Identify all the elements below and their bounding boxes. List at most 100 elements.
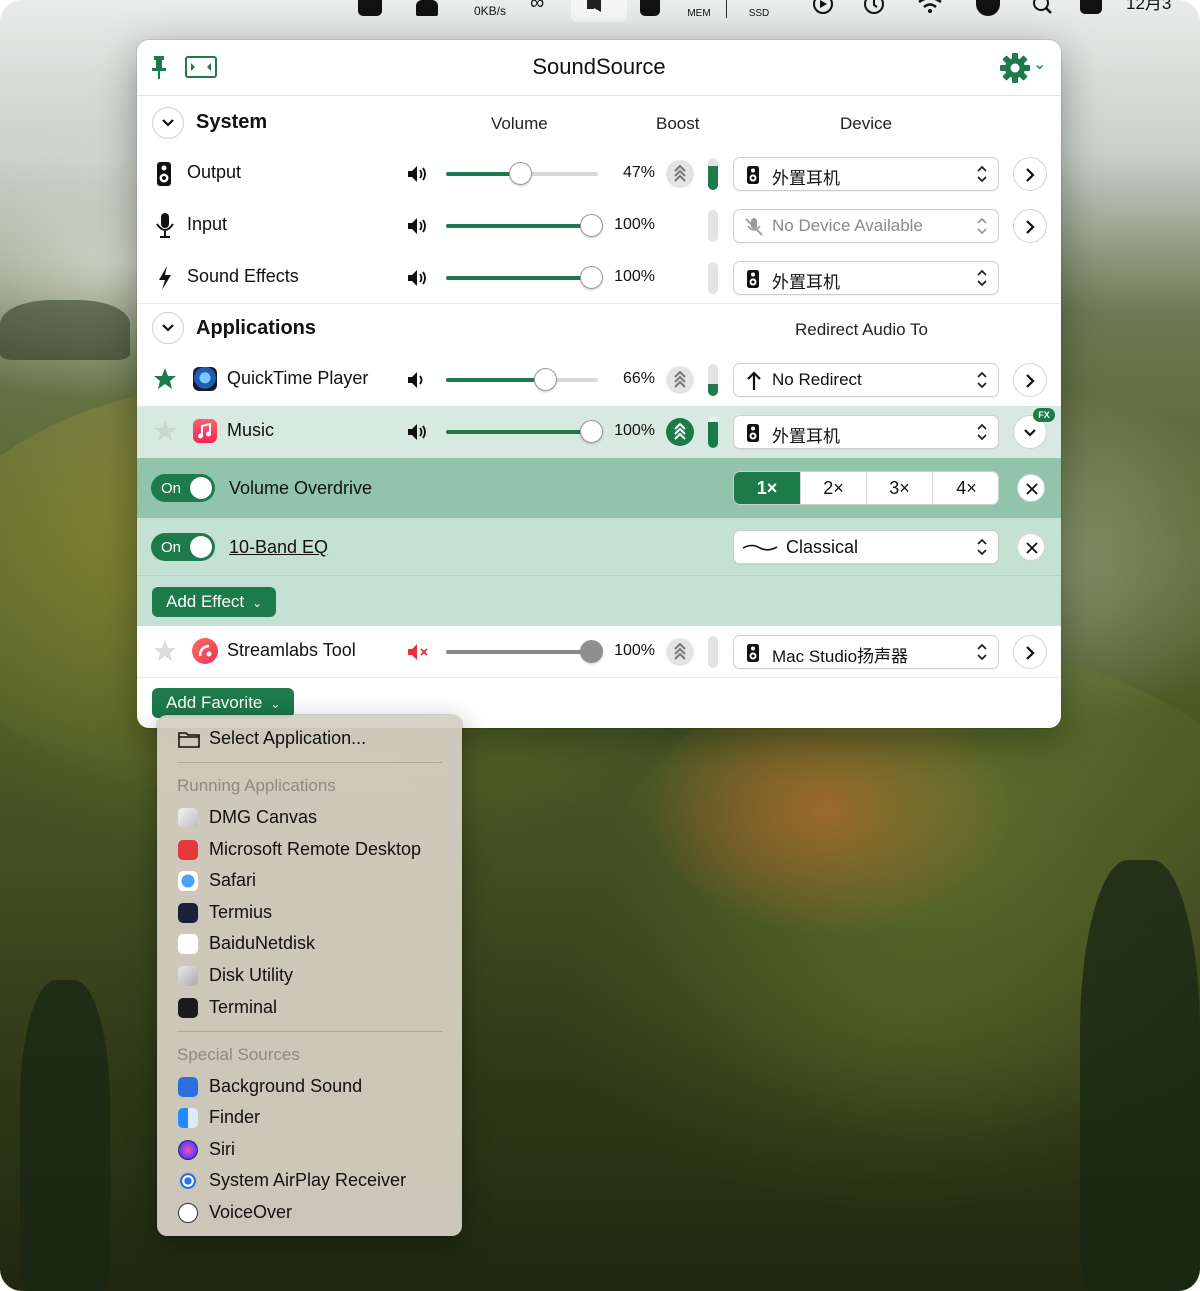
bell-icon[interactable] — [416, 0, 438, 16]
termius-icon — [178, 903, 198, 923]
play-icon[interactable] — [812, 0, 834, 16]
updown-chevron-icon — [977, 269, 987, 287]
applications-collapse-button[interactable] — [152, 312, 184, 344]
output-device-select[interactable]: 外置耳机 — [733, 157, 999, 191]
menu-item-microsoft-remote-desktop[interactable]: Microsoft Remote Desktop — [209, 839, 421, 860]
voiceover-icon — [178, 1203, 198, 1223]
favorite-star-icon[interactable] — [153, 639, 177, 663]
quicktime-redirect-select[interactable]: No Redirect — [733, 363, 999, 397]
shield-icon[interactable] — [640, 0, 660, 16]
quicktime-boost-button[interactable] — [666, 366, 694, 394]
menu-item-select-application[interactable]: Select Application... — [209, 728, 366, 749]
chevron-down-icon: ⌄ — [270, 697, 281, 711]
wifi-icon[interactable] — [917, 0, 943, 14]
updown-chevron-icon — [977, 643, 987, 661]
overdrive-option-3x[interactable]: 3× — [866, 472, 932, 504]
volume-speaker-icon[interactable] — [407, 165, 431, 183]
mem-label: MEM — [687, 8, 711, 19]
music-volume-percent: 100% — [614, 422, 655, 439]
terminal-icon — [178, 998, 198, 1018]
quicktime-volume-slider[interactable] — [446, 368, 598, 392]
search-icon[interactable] — [1032, 0, 1054, 16]
overdrive-toggle[interactable]: On — [151, 474, 215, 502]
eq-preset-select[interactable]: Classical — [733, 530, 999, 564]
output-level-meter — [708, 158, 718, 190]
gear-chevron-icon[interactable]: ⌄ — [1033, 54, 1046, 74]
add-favorite-button[interactable]: Add Favorite ⌄ — [152, 688, 295, 718]
menu-item-siri[interactable]: Siri — [209, 1139, 235, 1160]
folder-icon — [178, 732, 200, 748]
overdrive-toggle-label: On — [161, 480, 182, 497]
menu-item-system-airplay-receiver[interactable]: System AirPlay Receiver — [209, 1170, 406, 1191]
ssd-label: SSD — [748, 8, 770, 19]
volume-speaker-icon[interactable] — [407, 423, 431, 441]
input-row: Input 100% No Device Available — [137, 200, 1061, 252]
menu-item-terminal[interactable]: Terminal — [209, 997, 277, 1018]
volume-speaker-icon[interactable] — [407, 371, 431, 389]
output-device-label: 外置耳机 — [772, 169, 840, 188]
control-center-icon[interactable] — [1080, 0, 1102, 14]
chevron-down-icon — [162, 119, 174, 127]
streamlabs-details-button[interactable] — [1013, 635, 1047, 669]
music-menu-icon[interactable] — [976, 0, 1000, 16]
menu-item-finder[interactable]: Finder — [209, 1107, 260, 1128]
eq-preset-label: Classical — [786, 537, 859, 557]
add-effect-button[interactable]: Add Effect ⌄ — [152, 587, 277, 617]
favorite-star-icon[interactable] — [153, 419, 177, 443]
add-effect-label: Add Effect — [166, 592, 245, 611]
overdrive-option-4x[interactable]: 4× — [932, 472, 998, 504]
speaker-device-icon — [747, 166, 759, 184]
remove-overdrive-button[interactable] — [1017, 474, 1045, 502]
volume-speaker-icon[interactable] — [407, 269, 431, 287]
overdrive-label: Volume Overdrive — [229, 478, 373, 498]
streamlabs-redirect-select[interactable]: Mac Studio扬声器 — [733, 635, 999, 669]
menu-item-safari[interactable]: Safari — [209, 870, 256, 891]
volume-speaker-icon[interactable] — [407, 217, 431, 235]
boost-chevrons-icon — [674, 643, 686, 660]
music-boost-button[interactable] — [666, 418, 694, 446]
updown-chevron-icon — [977, 423, 987, 441]
photos-icon[interactable] — [358, 0, 382, 16]
chevron-right-icon — [1026, 374, 1035, 388]
menu-item-disk-utility[interactable]: Disk Utility — [209, 965, 293, 986]
output-boost-button[interactable] — [666, 160, 694, 188]
fx-badge: FX — [1033, 408, 1055, 422]
eq-toggle[interactable]: On — [151, 533, 215, 561]
sound-effects-volume-slider[interactable] — [446, 266, 603, 290]
system-title: System — [196, 111, 268, 133]
menu-item-termius[interactable]: Termius — [209, 902, 272, 923]
input-device-select[interactable]: No Device Available — [733, 209, 999, 243]
sound-effects-device-select[interactable]: 外置耳机 — [733, 261, 999, 295]
input-label: Input — [187, 214, 228, 234]
close-icon — [1026, 542, 1038, 554]
streamlabs-level-meter — [708, 636, 718, 668]
time-machine-icon[interactable] — [863, 0, 885, 16]
output-details-button[interactable] — [1013, 157, 1047, 191]
eq-label[interactable]: 10-Band EQ — [229, 537, 328, 558]
remove-eq-button[interactable] — [1017, 533, 1045, 561]
output-volume-slider[interactable] — [446, 162, 598, 186]
muted-speaker-icon[interactable] — [407, 643, 431, 661]
favorite-star-icon[interactable] — [153, 367, 177, 391]
gear-icon[interactable] — [999, 52, 1031, 84]
input-details-button[interactable] — [1013, 209, 1047, 243]
system-header: System Volume Boost Device — [137, 97, 1061, 149]
menu-item-background-sound[interactable]: Background Sound — [209, 1076, 362, 1097]
app-row-quicktime: QuickTime Player 66% No Redirect — [137, 354, 1061, 406]
overdrive-option-1x[interactable]: 1× — [734, 472, 800, 504]
link-icon[interactable]: ∞ — [530, 0, 544, 13]
music-volume-slider[interactable] — [446, 420, 603, 444]
boost-chevrons-icon — [674, 371, 686, 388]
menu-item-dmg-canvas[interactable]: DMG Canvas — [209, 807, 317, 828]
menu-item-voiceover[interactable]: VoiceOver — [209, 1202, 292, 1223]
music-redirect-select[interactable]: 外置耳机 — [733, 415, 999, 449]
system-collapse-button[interactable] — [152, 107, 184, 139]
quicktime-details-button[interactable] — [1013, 363, 1047, 397]
streamlabs-volume-slider[interactable] — [446, 640, 603, 664]
overdrive-option-2x[interactable]: 2× — [800, 472, 866, 504]
menu-item-baidunetdisk[interactable]: BaiduNetdisk — [209, 933, 315, 954]
clock[interactable]: 12月3 — [1126, 0, 1186, 12]
input-volume-slider[interactable] — [446, 214, 603, 238]
streamlabs-boost-button[interactable] — [666, 638, 694, 666]
quicktime-volume-percent: 66% — [622, 370, 655, 387]
